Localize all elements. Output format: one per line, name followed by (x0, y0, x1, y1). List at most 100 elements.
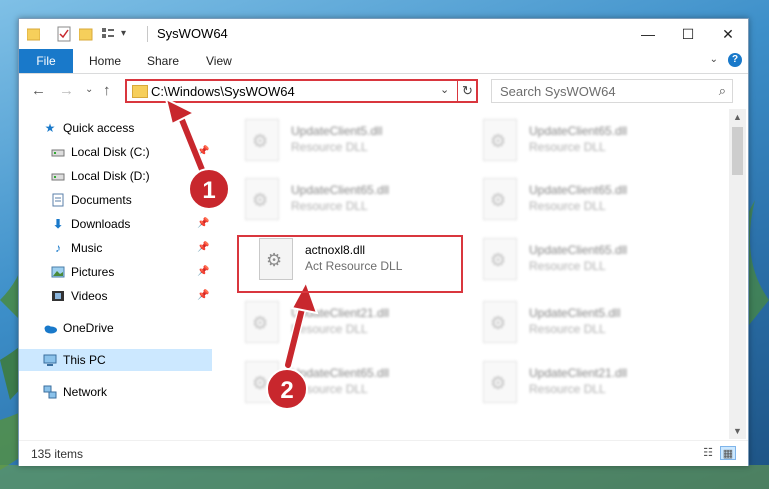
properties-icon[interactable] (57, 26, 71, 42)
scroll-down-icon[interactable]: ▼ (729, 423, 746, 439)
sidebar-item-label: Local Disk (C:) (71, 145, 150, 159)
file-type: Resource DLL (529, 140, 606, 154)
file-name: UpdateClient65.dll (529, 183, 628, 197)
navigation-pane: ★ Quick access Local Disk (C:) 📌 Local D… (19, 109, 212, 439)
address-row: ← → ⌄ ↑ C:\Windows\SysWOW64 ⌄ ↻ Search S… (19, 74, 748, 108)
dll-file-icon: ⚙ (483, 238, 517, 280)
large-icons-view-icon[interactable]: ▦ (720, 446, 736, 460)
pin-icon[interactable]: 📌 (197, 146, 209, 157)
list-item[interactable]: ⚙ UpdateClient21.dll Resource DLL (475, 357, 700, 409)
close-button[interactable]: ✕ (708, 19, 748, 49)
file-type: Resource DLL (529, 382, 606, 396)
details-view-icon[interactable]: ☷ (700, 446, 716, 460)
sidebar-item-label: Downloads (71, 217, 131, 231)
pin-icon[interactable]: 📌 (197, 290, 209, 301)
list-item[interactable]: ⚙ UpdateClient65.dll Resource DLL (475, 115, 700, 167)
refresh-icon[interactable]: ↻ (457, 81, 477, 101)
sidebar-item-label: Music (71, 241, 103, 255)
tab-view[interactable]: View (206, 49, 232, 73)
sidebar-item-quick-access[interactable]: ★ Quick access (19, 117, 212, 139)
recent-locations-icon[interactable]: ⌄ (85, 84, 93, 95)
minimize-button[interactable]: — (628, 19, 668, 49)
ribbon-tabs: File Home Share View ⌄ ? (19, 49, 748, 74)
downloads-icon: ⬇ (52, 217, 64, 231)
dll-file-icon: ⚙ (483, 361, 517, 403)
videos-icon (51, 289, 65, 303)
sidebar-item-network[interactable]: Network (19, 381, 212, 403)
folder-icon (132, 85, 148, 98)
file-type: Resource DLL (529, 259, 606, 273)
file-name: UpdateClient5.dll (529, 306, 621, 320)
file-name: UpdateClient21.dll (529, 366, 628, 380)
sidebar-item-pictures[interactable]: Pictures 📌 (19, 261, 212, 283)
scroll-thumb[interactable] (732, 127, 743, 175)
sidebar-item-videos[interactable]: Videos 📌 (19, 285, 212, 307)
tab-share[interactable]: Share (147, 49, 179, 73)
vertical-scrollbar[interactable]: ▲ ▼ (729, 109, 746, 439)
back-arrow-icon[interactable]: ← (31, 82, 46, 99)
maximize-button[interactable]: ☐ (668, 19, 708, 49)
sidebar-item-label: Network (63, 385, 108, 399)
list-item[interactable]: ⚙ UpdateClient5.dll Resource DLL (475, 297, 700, 349)
dll-file-icon: ⚙ (483, 178, 517, 220)
chevron-down-icon[interactable]: ⌄ (710, 54, 718, 65)
sidebar-item-label: Pictures (71, 265, 115, 279)
pin-icon[interactable]: 📌 (197, 218, 209, 229)
forward-arrow-icon[interactable]: → (59, 82, 74, 99)
sidebar-item-documents[interactable]: Documents 📌 (19, 189, 212, 211)
tab-home[interactable]: Home (89, 49, 121, 73)
star-icon: ★ (44, 121, 56, 135)
customize-qat-icon[interactable]: ▾ (121, 26, 133, 42)
file-name: UpdateClient5.dll (291, 124, 383, 138)
title-bar: ▾ SysWOW64 — ☐ ✕ (19, 19, 748, 49)
file-name: UpdateClient65.dll (529, 243, 628, 257)
list-item[interactable]: ⚙ UpdateClient5.dll Resource DLL (237, 115, 462, 167)
file-name: UpdateClient65.dll (291, 366, 390, 380)
step-badge-2: 2 (266, 368, 308, 410)
address-bar[interactable]: C:\Windows\SysWOW64 ⌄ ↻ (125, 79, 478, 103)
sidebar-item-music[interactable]: ♪ Music 📌 (19, 237, 212, 259)
file-type: Resource DLL (291, 199, 368, 213)
sidebar-item-local-disk-d[interactable]: Local Disk (D:) 📌 (19, 165, 212, 187)
file-name: UpdateClient65.dll (529, 124, 628, 138)
search-input[interactable]: Search SysWOW64 ⌕ (491, 79, 733, 103)
file-type: Resource DLL (529, 199, 606, 213)
dll-file-icon: ⚙ (245, 178, 279, 220)
list-item[interactable]: ⚙ UpdateClient65.dll Resource DLL (237, 174, 462, 226)
sidebar-item-label: Local Disk (D:) (71, 169, 150, 183)
new-folder-icon[interactable] (78, 26, 93, 42)
help-icon[interactable]: ? (728, 53, 742, 67)
dll-file-icon: ⚙ (483, 119, 517, 161)
pin-icon[interactable]: 📌 (197, 266, 209, 277)
pictures-icon (51, 265, 65, 279)
list-item[interactable]: ⚙ UpdateClient65.dll Resource DLL (475, 174, 700, 226)
list-item[interactable]: ⚙ UpdateClient21.dll Resource DLL (237, 297, 462, 349)
sidebar-item-label: Videos (71, 289, 108, 303)
chevron-down-icon[interactable]: ⌄ (440, 83, 449, 96)
window-title: SysWOW64 (157, 26, 228, 41)
sidebar-item-local-disk-c[interactable]: Local Disk (C:) 📌 (19, 141, 212, 163)
status-bar: 135 items ☷ ▦ (19, 440, 748, 466)
up-arrow-icon[interactable]: ↑ (103, 82, 111, 99)
file-type: Resource DLL (291, 140, 368, 154)
address-path[interactable]: C:\Windows\SysWOW64 (151, 84, 295, 99)
drive-icon (51, 145, 65, 159)
list-item[interactable]: ⚙ UpdateClient65.dll Resource DLL (475, 234, 700, 286)
music-icon: ♪ (55, 241, 61, 255)
dll-file-icon: ⚙ (245, 301, 279, 343)
search-icon: ⌕ (718, 83, 726, 98)
onedrive-icon (43, 321, 57, 335)
pc-icon (43, 353, 57, 367)
sidebar-item-this-pc[interactable]: This PC (19, 349, 212, 371)
sidebar-item-onedrive[interactable]: OneDrive (19, 317, 212, 339)
pin-icon[interactable]: 📌 (197, 242, 209, 253)
sidebar-item-label: Quick access (63, 121, 135, 135)
tab-file[interactable]: File (19, 49, 73, 73)
view-options-icon[interactable] (101, 26, 115, 42)
sidebar-item-downloads[interactable]: ⬇ Downloads 📌 (19, 213, 212, 235)
sidebar-item-label: OneDrive (63, 321, 114, 335)
file-name: UpdateClient65.dll (291, 183, 390, 197)
title-separator (147, 26, 148, 42)
scroll-up-icon[interactable]: ▲ (729, 109, 746, 125)
sidebar-item-label: Documents (71, 193, 132, 207)
